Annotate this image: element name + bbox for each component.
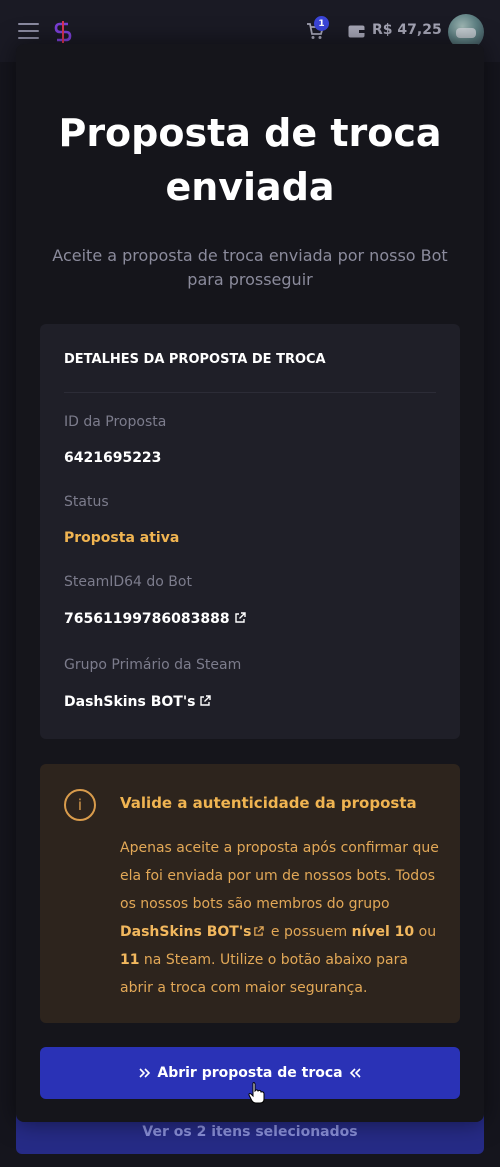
status-label: Status: [64, 494, 109, 510]
status-value: Proposta ativa: [64, 530, 180, 546]
bot-steamid-link[interactable]: 76561199786083888: [64, 611, 246, 627]
warning-text-part: e possuem: [266, 924, 352, 940]
steam-group-label: Grupo Primário da Steam: [64, 657, 242, 673]
external-link-icon: [234, 612, 246, 623]
open-trade-offer-label: Abrir proposta de troca: [157, 1065, 343, 1081]
external-link-icon: [254, 926, 265, 936]
page-title: Proposta de troca enviada: [58, 111, 442, 209]
level-text: nível 10: [351, 924, 415, 940]
warning-text-part: ou: [414, 924, 437, 940]
group-link[interactable]: DashSkins BOT's: [120, 924, 251, 940]
external-link-icon: [200, 695, 212, 706]
steam-group-link[interactable]: DashSkins BOT's: [64, 694, 212, 710]
offer-id-label: ID da Proposta: [64, 414, 167, 430]
trade-details-card: DETALHES DA PROPOSTA DE TROCA ID da Prop…: [40, 324, 460, 739]
warning-text: Apenas aceite a proposta após confirmar …: [120, 834, 440, 1002]
wallet-balance[interactable]: R$ 47,25: [372, 22, 442, 38]
page-subtitle: Aceite a proposta de troca enviada por n…: [52, 246, 448, 289]
warning-text-part: na Steam. Utilize o botão abaixo para ab…: [120, 952, 408, 996]
double-chevron-right-icon: [139, 1068, 151, 1078]
steam-group-value: DashSkins BOT's: [64, 694, 196, 710]
bot-steamid-label: SteamID64 do Bot: [64, 574, 192, 590]
divider: [64, 392, 436, 393]
cart-count-badge: 1: [314, 16, 329, 31]
dashskins-logo-icon[interactable]: [54, 20, 72, 44]
wallet-icon: [348, 25, 365, 38]
hamburger-icon[interactable]: [18, 23, 39, 40]
hand-cursor-icon: [248, 1082, 265, 1104]
bot-steamid-value: 76561199786083888: [64, 611, 230, 627]
info-icon: i: [64, 789, 96, 821]
details-heading: DETALHES DA PROPOSTA DE TROCA: [64, 352, 326, 367]
warning-text-part: Apenas aceite a proposta após confirmar …: [120, 840, 439, 912]
double-chevron-left-icon: [349, 1068, 361, 1078]
offer-id-value: 6421695223: [64, 450, 162, 466]
trade-offer-modal: Proposta de troca enviada Aceite a propo…: [16, 44, 484, 1122]
authenticity-warning: i Valide a autenticidade da proposta Ape…: [40, 764, 460, 1023]
warning-title: Valide a autenticidade da proposta: [120, 794, 417, 812]
level-text: 11: [120, 952, 140, 968]
